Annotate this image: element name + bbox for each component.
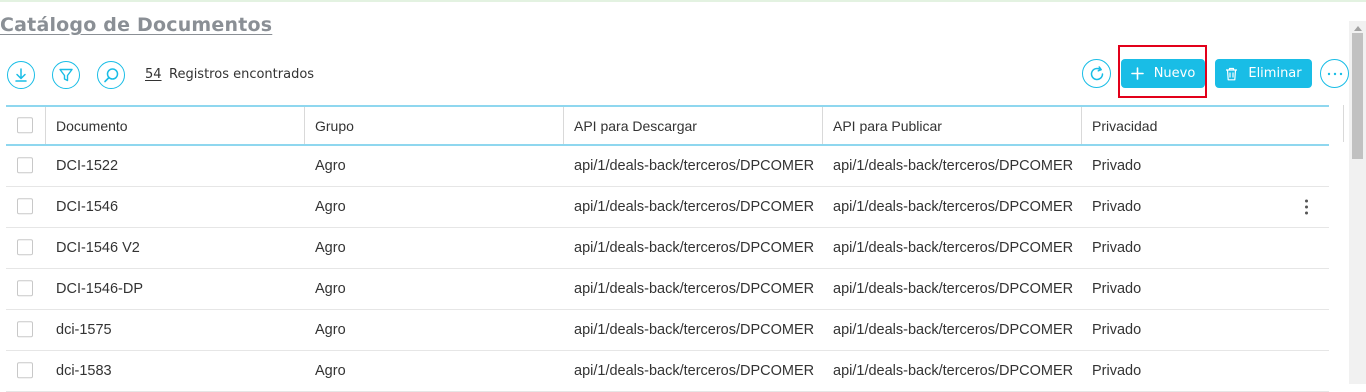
new-button-label: Nuevo xyxy=(1153,66,1196,81)
row-checkbox[interactable] xyxy=(17,157,33,174)
cell-privacidad: Privado xyxy=(1092,240,1142,256)
cell-api-descargar: api/1/deals-back/terceros/DPCOMER xyxy=(574,240,815,256)
cell-grupo: Agro xyxy=(315,199,346,215)
record-count: 54 xyxy=(145,67,162,82)
header-api-publicar[interactable]: API para Publicar xyxy=(833,107,942,144)
cell-api-descargar: api/1/deals-back/terceros/DPCOMER xyxy=(574,281,815,297)
row-checkbox[interactable] xyxy=(17,362,33,379)
cell-privacidad: Privado xyxy=(1092,281,1142,297)
cell-api-publicar: api/1/deals-back/terceros/DPCOMER xyxy=(833,158,1074,174)
filter-icon xyxy=(59,68,73,82)
download-button[interactable] xyxy=(7,61,35,89)
cell-grupo: Agro xyxy=(315,158,346,174)
more-options-icon xyxy=(1327,72,1342,75)
new-button[interactable]: Nuevo xyxy=(1121,59,1205,88)
cell-api-descargar: api/1/deals-back/terceros/DPCOMER xyxy=(574,158,815,174)
cell-privacidad: Privado xyxy=(1092,322,1142,338)
cell-api-publicar: api/1/deals-back/terceros/DPCOMER xyxy=(833,363,1074,379)
refresh-icon xyxy=(1090,65,1103,80)
table-row[interactable]: dci-1575 Agro api/1/deals-back/terceros/… xyxy=(6,310,1329,351)
cell-documento: dci-1583 xyxy=(56,363,112,379)
row-checkbox[interactable] xyxy=(17,280,33,297)
row-checkbox[interactable] xyxy=(17,198,33,215)
table-row[interactable]: DCI-1546 V2 Agro api/1/deals-back/tercer… xyxy=(6,228,1329,269)
trash-icon xyxy=(1225,67,1238,81)
row-actions-icon[interactable] xyxy=(1300,199,1312,215)
search-button[interactable] xyxy=(97,61,125,89)
cell-api-publicar: api/1/deals-back/terceros/DPCOMER xyxy=(833,322,1074,338)
table-header-row: Documento Grupo API para Descargar API p… xyxy=(6,107,1329,146)
column-divider xyxy=(822,107,823,144)
top-accent-line xyxy=(0,0,1366,2)
cell-grupo: Agro xyxy=(315,281,346,297)
cell-api-publicar: api/1/deals-back/terceros/DPCOMER xyxy=(833,199,1074,215)
cell-documento: DCI-1546 V2 xyxy=(56,240,140,256)
cell-documento: dci-1575 xyxy=(56,322,112,338)
cell-api-publicar: api/1/deals-back/terceros/DPCOMER xyxy=(833,240,1074,256)
cell-documento: DCI-1522 xyxy=(56,158,119,174)
column-divider xyxy=(563,107,564,144)
table-row[interactable]: DCI-1546 Agro api/1/deals-back/terceros/… xyxy=(6,187,1329,228)
cell-api-descargar: api/1/deals-back/terceros/DPCOMER xyxy=(574,363,815,379)
row-checkbox[interactable] xyxy=(17,321,33,338)
cell-privacidad: Privado xyxy=(1092,199,1142,215)
refresh-button[interactable] xyxy=(1082,59,1111,88)
cell-privacidad: Privado xyxy=(1092,363,1142,379)
scrollbar-thumb[interactable] xyxy=(1352,33,1363,159)
filter-button[interactable] xyxy=(52,61,80,89)
table-row[interactable]: DCI-1546-DP Agro api/1/deals-back/tercer… xyxy=(6,269,1329,310)
more-options-button[interactable] xyxy=(1320,59,1349,88)
cell-api-publicar: api/1/deals-back/terceros/DPCOMER xyxy=(833,281,1074,297)
column-divider xyxy=(304,107,305,144)
header-grupo[interactable]: Grupo xyxy=(315,107,354,144)
table-row[interactable]: DCI-1522 Agro api/1/deals-back/terceros/… xyxy=(6,146,1329,187)
cell-documento: DCI-1546 xyxy=(56,199,119,215)
search-icon xyxy=(103,67,118,82)
record-count-label: Registros encontrados xyxy=(169,67,315,82)
cell-grupo: Agro xyxy=(315,363,346,379)
cell-grupo: Agro xyxy=(315,322,346,338)
plus-icon xyxy=(1130,67,1144,80)
column-divider xyxy=(1081,107,1082,144)
header-privacidad[interactable]: Privacidad xyxy=(1092,107,1157,144)
column-divider xyxy=(45,107,46,144)
select-all-checkbox[interactable] xyxy=(17,116,33,133)
cell-api-descargar: api/1/deals-back/terceros/DPCOMER xyxy=(574,322,815,338)
delete-button-label: Eliminar xyxy=(1248,66,1302,81)
delete-button[interactable]: Eliminar xyxy=(1215,59,1312,88)
page-title: Catálogo de Documentos xyxy=(0,14,273,36)
cell-documento: DCI-1546-DP xyxy=(56,281,144,297)
download-icon xyxy=(15,68,27,82)
cell-api-descargar: api/1/deals-back/terceros/DPCOMER xyxy=(574,199,815,215)
table-row[interactable]: dci-1583 Agro api/1/deals-back/terceros/… xyxy=(6,351,1329,392)
documents-table: Documento Grupo API para Descargar API p… xyxy=(6,105,1329,392)
row-checkbox[interactable] xyxy=(17,239,33,256)
cell-grupo: Agro xyxy=(315,240,346,256)
header-documento[interactable]: Documento xyxy=(56,107,128,144)
header-api-descargar[interactable]: API para Descargar xyxy=(574,107,697,144)
table-right-border xyxy=(1343,105,1344,142)
cell-privacidad: Privado xyxy=(1092,158,1142,174)
